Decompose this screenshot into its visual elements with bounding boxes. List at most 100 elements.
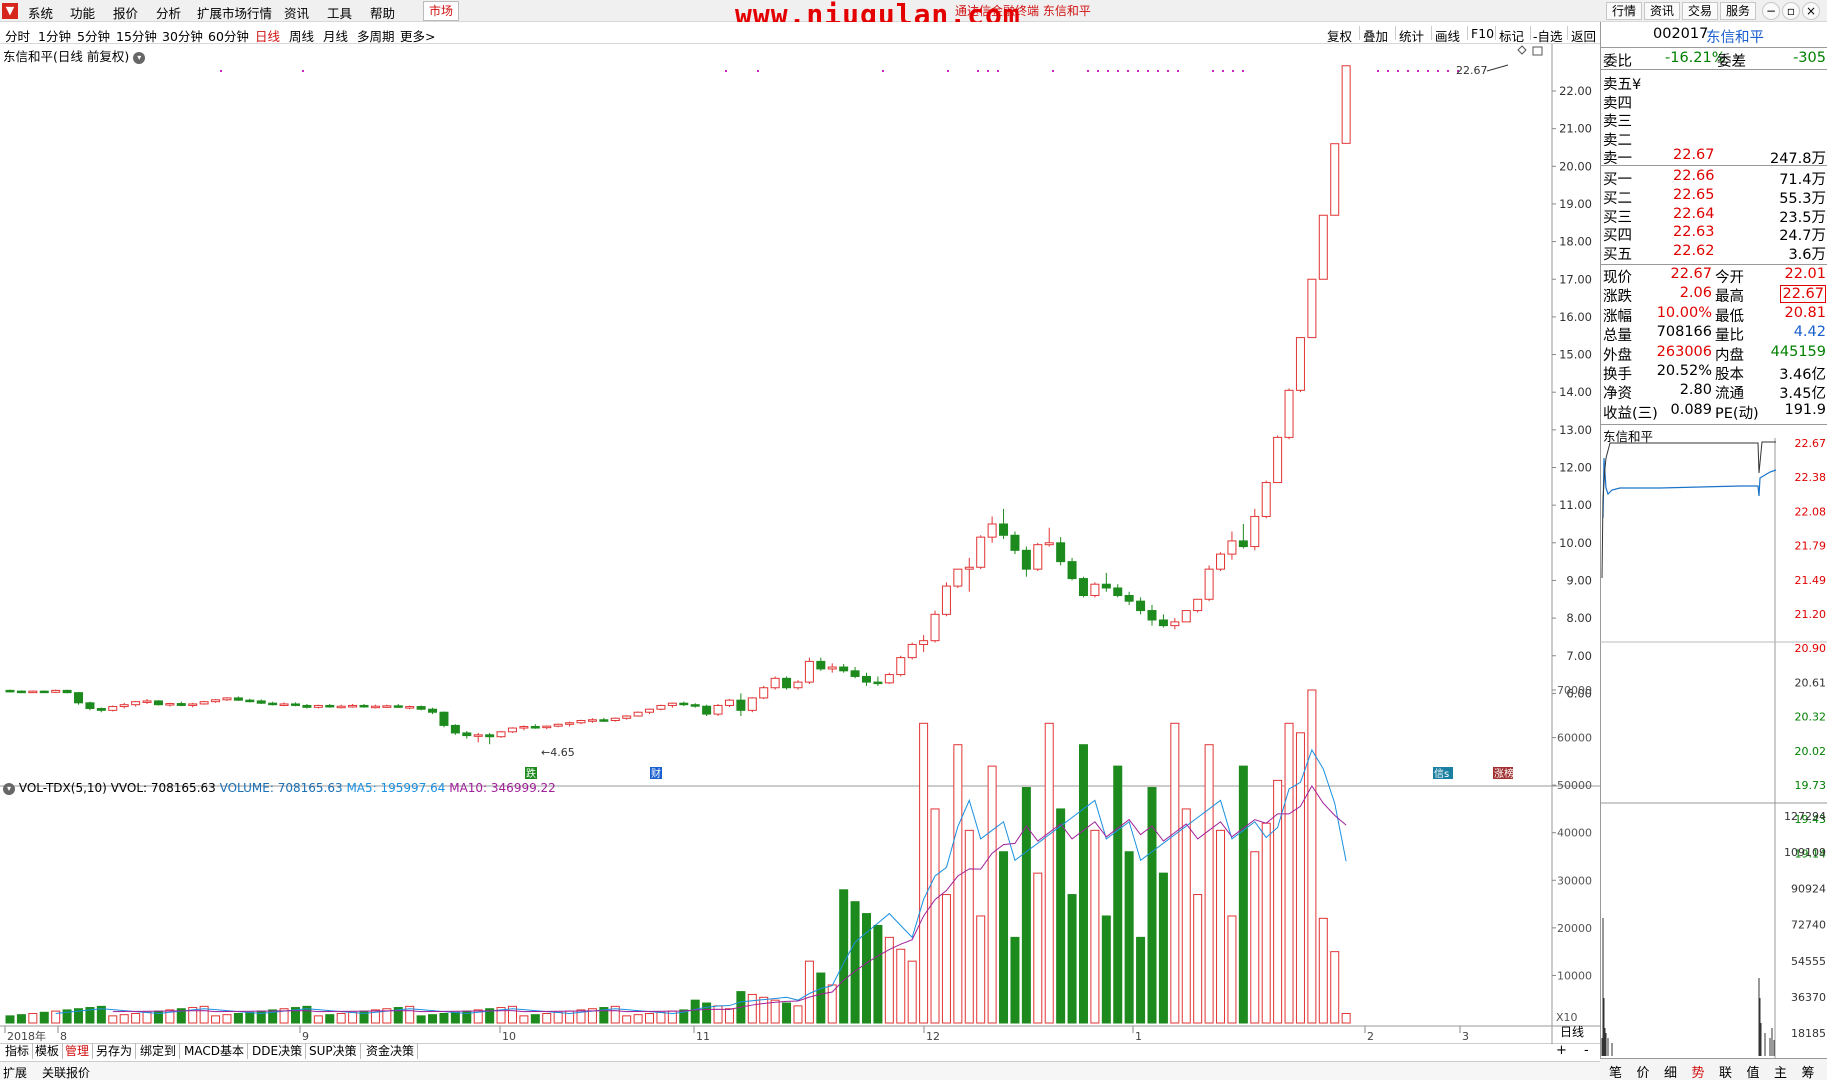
period-tab-15min[interactable]: 15分钟 <box>116 26 157 45</box>
right-tab-5[interactable]: 值 <box>1747 1062 1760 1081</box>
period-tab-fenshi[interactable]: 分时 <box>5 26 30 45</box>
period-tab-30min[interactable]: 30分钟 <box>162 26 203 45</box>
period-tab-multi[interactable]: 多周期 <box>357 26 395 45</box>
volume-header[interactable]: ▾ VOL-TDX(5,10) VVOL: 708165.63 VOLUME: … <box>3 781 556 795</box>
buy-level-row[interactable]: 买二 22.65 55.3万 <box>1601 187 1827 207</box>
sell-level-row[interactable]: 卖三 <box>1601 110 1827 130</box>
stat-value: 20.81 <box>1784 304 1826 321</box>
signal-dot <box>882 70 884 72</box>
tool-fuquan[interactable]: 复权 <box>1327 26 1352 45</box>
top-button-trade[interactable]: 交易 <box>1682 2 1718 20</box>
candle-body <box>1227 540 1237 555</box>
minimize-icon[interactable]: − <box>1762 2 1780 20</box>
buy-level-row[interactable]: 买三 22.64 23.5万 <box>1601 206 1827 226</box>
top-button-news[interactable]: 资讯 <box>1644 2 1680 20</box>
signal-dot <box>757 70 759 72</box>
period-tab-monthly[interactable]: 月线 <box>323 26 348 45</box>
restore-icon[interactable]: ▫ <box>1782 2 1800 20</box>
buy-level-volume: 3.6万 <box>1788 247 1826 264</box>
candle-body <box>51 689 61 693</box>
volume-bar <box>1170 722 1180 1024</box>
buy-level-row[interactable]: 买一 22.66 71.4万 <box>1601 168 1827 188</box>
bottom-tab-indicator[interactable]: 指标 <box>2 1043 34 1059</box>
mini-average-line <box>1601 441 1776 579</box>
buy-level-row[interactable]: 买四 22.63 24.7万 <box>1601 224 1827 244</box>
period-tab-60min[interactable]: 60分钟 <box>208 26 249 45</box>
date-label: 12 <box>926 1030 940 1043</box>
volume-bar <box>702 1002 712 1024</box>
zoom-in-button[interactable]: + <box>1556 1043 1567 1058</box>
top-button-market[interactable]: 行情 <box>1606 2 1642 20</box>
bottom-tab-manage[interactable]: 管理 <box>62 1043 94 1059</box>
tool-add-watchlist[interactable]: -自选 <box>1533 26 1563 45</box>
sell-level-row[interactable]: 卖四 <box>1601 92 1827 112</box>
candle-body <box>1067 561 1077 580</box>
kline-chart[interactable]: 22.0021.0020.0019.0018.0017.0016.0015.00… <box>0 44 1600 1044</box>
right-tab-2[interactable]: 细 <box>1664 1062 1677 1081</box>
menu-item-help[interactable]: 帮助 <box>370 3 395 22</box>
menu-item-analysis[interactable]: 分析 <box>156 3 181 22</box>
bottom-tab-extend[interactable]: 扩展 <box>3 1064 27 1081</box>
bottom-tab-dde[interactable]: DDE决策 <box>249 1043 307 1059</box>
candle-body <box>211 699 221 703</box>
right-tab-6[interactable]: 主 <box>1774 1062 1787 1081</box>
right-tab-3[interactable]: 势 <box>1692 1062 1705 1081</box>
candle-body <box>690 704 700 707</box>
menu-item-function[interactable]: 功能 <box>70 3 95 22</box>
sell-level-row[interactable]: 卖五¥ <box>1601 73 1827 93</box>
right-tab-7[interactable]: 筹 <box>1802 1062 1815 1081</box>
right-tab-4[interactable]: 联 <box>1719 1062 1732 1081</box>
right-tab-1[interactable]: 价 <box>1637 1062 1650 1081</box>
period-tab-more[interactable]: 更多> <box>400 26 435 45</box>
intraday-mini-chart[interactable]: 22.67 22.38 22.08 21.79 21.49 21.20 20.90 20.61… <box>1600 438 1827 1058</box>
tool-back[interactable]: 返回 <box>1571 26 1596 45</box>
bottom-tab-related-quote[interactable]: 关联报价 <box>42 1064 90 1081</box>
app-logo-icon[interactable]: ▼ <box>2 3 18 19</box>
candle-body <box>62 689 72 694</box>
price-tick-label: 7.00 <box>1566 649 1592 663</box>
bottom-tab-fund[interactable]: 资金决策 <box>363 1043 419 1059</box>
stat-label: 涨幅 <box>1603 308 1632 325</box>
signal-dot <box>1097 70 1099 72</box>
signal-dot <box>1232 70 1234 72</box>
menu-item-ext-market[interactable]: 扩展市场行情 <box>197 3 272 22</box>
candle-body <box>199 701 209 705</box>
date-label: 2 <box>1367 1030 1374 1043</box>
bottom-tab-template[interactable]: 模板 <box>32 1043 64 1059</box>
market-tab[interactable]: 市场 <box>423 1 459 21</box>
bottom-tab-macd[interactable]: MACD基本 <box>181 1043 248 1059</box>
sell-level-row[interactable]: 卖二 <box>1601 129 1827 149</box>
menu-item-news[interactable]: 资讯 <box>284 3 309 22</box>
tool-stats[interactable]: 统计 <box>1399 26 1424 45</box>
period-tab-5min[interactable]: 5分钟 <box>77 26 110 45</box>
bottom-tab-bindto[interactable]: 绑定到 <box>137 1043 181 1059</box>
stat-label: PE(动) <box>1715 405 1759 422</box>
period-bar: 分时 1分钟 5分钟 15分钟 30分钟 60分钟 日线 周线 月线 多周期 更… <box>0 22 1600 44</box>
tool-draw[interactable]: 画线 <box>1435 26 1460 45</box>
period-tab-1min[interactable]: 1分钟 <box>38 26 71 45</box>
menu-item-quote[interactable]: 报价 <box>113 3 138 22</box>
mini-price-tick: 20.90 <box>1795 642 1827 655</box>
menu-item-system[interactable]: 系统 <box>28 3 53 22</box>
zoom-out-button[interactable]: - <box>1584 1043 1589 1058</box>
bottom-tab-saveas[interactable]: 另存为 <box>93 1043 137 1059</box>
sell-level-row[interactable]: 卖一 22.67 247.8万 <box>1601 147 1827 167</box>
volume-bar <box>119 1014 129 1024</box>
candle-body <box>896 657 906 676</box>
candle-body <box>450 724 460 734</box>
candle-body <box>485 734 495 738</box>
tool-f10[interactable]: F10 <box>1471 26 1494 41</box>
tool-overlay[interactable]: 叠加 <box>1363 26 1388 45</box>
period-tab-weekly[interactable]: 周线 <box>289 26 314 45</box>
menu-item-tools[interactable]: 工具 <box>327 3 352 22</box>
buy-level-row[interactable]: 买五 22.62 3.6万 <box>1601 243 1827 264</box>
tool-mark[interactable]: 标记 <box>1499 26 1524 45</box>
bottom-tab-sup[interactable]: SUP决策 <box>306 1043 361 1059</box>
candle-body <box>827 666 837 670</box>
period-tab-daily[interactable]: 日线 <box>255 26 280 45</box>
right-tab-0[interactable]: 笔 <box>1609 1062 1622 1081</box>
chevron-down-icon[interactable]: ▾ <box>3 782 15 795</box>
candle-body <box>302 704 312 708</box>
close-icon[interactable]: × <box>1802 2 1820 20</box>
top-button-service[interactable]: 服务 <box>1720 2 1756 20</box>
